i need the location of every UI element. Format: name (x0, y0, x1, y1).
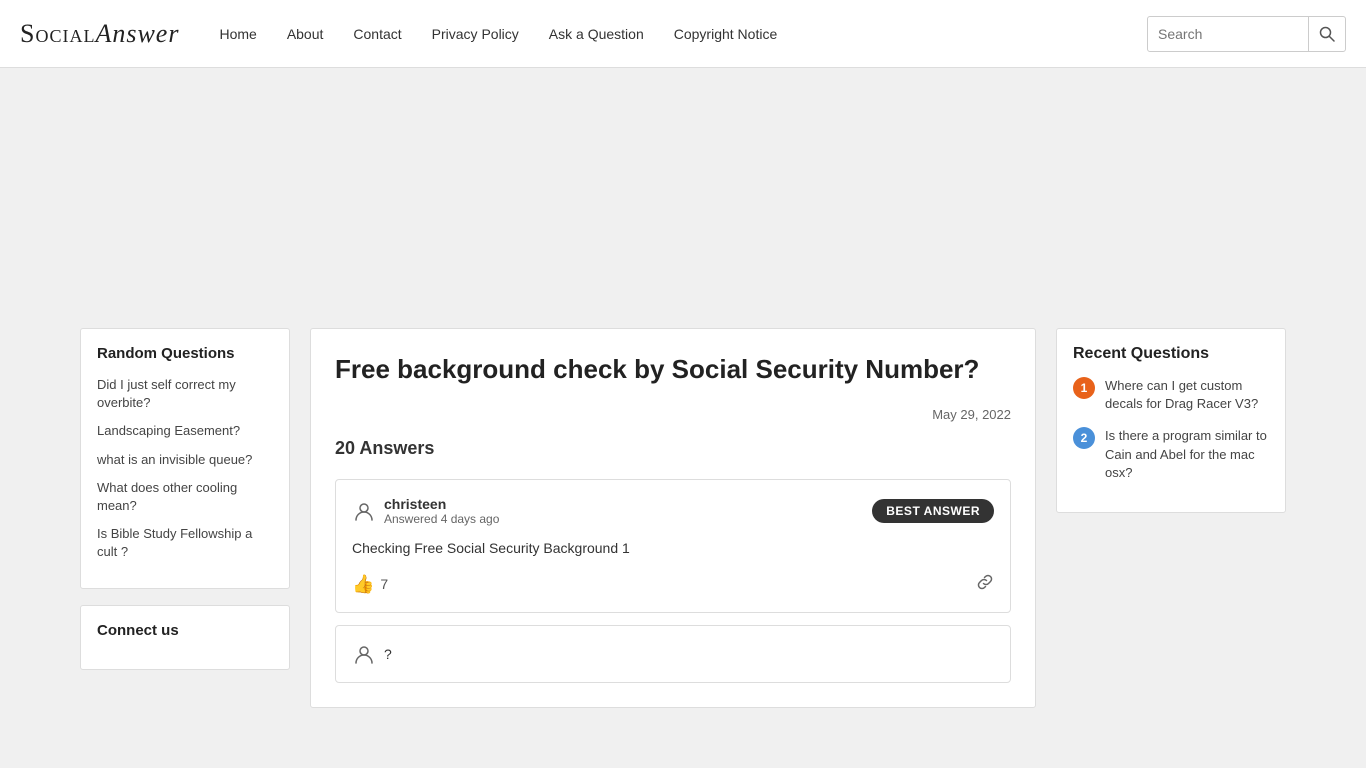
left-sidebar: Random Questions Did I just self correct… (80, 328, 290, 724)
user-icon-2 (352, 642, 376, 666)
answer-user-info: christeen Answered 4 days ago (384, 496, 499, 526)
answer-card-best: christeen Answered 4 days ago BEST ANSWE… (335, 479, 1011, 613)
random-question-link[interactable]: Is Bible Study Fellowship a cult ? (97, 526, 252, 559)
list-item: What does other cooling mean? (97, 479, 273, 515)
rq-text-1: Where can I get custom decals for Drag R… (1105, 377, 1269, 413)
recent-question-item-2: 2 Is there a program similar to Cain and… (1073, 427, 1269, 482)
list-item: Landscaping Easement? (97, 422, 273, 440)
question-title: Free background check by Social Security… (335, 353, 1011, 387)
list-item: Is Bible Study Fellowship a cult ? (97, 525, 273, 561)
recent-questions-title: Recent Questions (1073, 345, 1269, 363)
logo-answer: Answer (95, 19, 179, 48)
main-layout: Random Questions Did I just self correct… (0, 328, 1366, 744)
content-area: Free background check by Social Security… (310, 328, 1036, 724)
username: christeen (384, 496, 499, 512)
nav-contact[interactable]: Contact (353, 26, 401, 42)
rq-link-1[interactable]: Where can I get custom decals for Drag R… (1105, 378, 1258, 411)
random-question-link[interactable]: Did I just self correct my overbite? (97, 377, 236, 410)
search-input[interactable] (1148, 26, 1308, 42)
rq-text-2: Is there a program similar to Cain and A… (1105, 427, 1269, 482)
recent-questions-card: Recent Questions 1 Where can I get custo… (1056, 328, 1286, 513)
search-icon (1319, 26, 1335, 42)
like-section: 👍 7 (352, 574, 388, 595)
nav-privacy-policy[interactable]: Privacy Policy (432, 26, 519, 42)
answer-user: christeen Answered 4 days ago (352, 496, 499, 526)
rq-number-2: 2 (1073, 427, 1095, 449)
recent-question-item: 1 Where can I get custom decals for Drag… (1073, 377, 1269, 413)
list-item: Did I just self correct my overbite? (97, 376, 273, 412)
rq-link-2[interactable]: Is there a program similar to Cain and A… (1105, 428, 1267, 479)
question-card: Free background check by Social Security… (310, 328, 1036, 708)
logo-social: Social (20, 19, 95, 48)
connect-us-title: Connect us (97, 622, 273, 639)
answered-time: Answered 4 days ago (384, 512, 499, 526)
thumbs-up-icon[interactable]: 👍 (352, 574, 374, 595)
search-button[interactable] (1308, 16, 1345, 52)
answer-header: christeen Answered 4 days ago BEST ANSWE… (352, 496, 994, 526)
nav-home[interactable]: Home (219, 26, 256, 42)
user-icon (352, 499, 376, 523)
site-logo[interactable]: SocialAnswer (20, 19, 179, 49)
list-item: what is an invisible queue? (97, 451, 273, 469)
answer-card-partial: ? (335, 625, 1011, 683)
partial-username: ? (384, 646, 392, 662)
search-box (1147, 16, 1346, 52)
random-questions-list: Did I just self correct my overbite? Lan… (97, 376, 273, 562)
ad-banner (0, 68, 1366, 328)
random-question-link[interactable]: Landscaping Easement? (97, 423, 240, 438)
nav-copyright-notice[interactable]: Copyright Notice (674, 26, 778, 42)
main-nav: Home About Contact Privacy Policy Ask a … (219, 26, 1147, 42)
header: SocialAnswer Home About Contact Privacy … (0, 0, 1366, 68)
answer-footer: 👍 7 (352, 573, 994, 596)
answers-count: 20 Answers (335, 438, 1011, 459)
nav-ask-a-question[interactable]: Ask a Question (549, 26, 644, 42)
best-answer-badge: BEST ANSWER (872, 499, 994, 523)
question-meta: May 29, 2022 (335, 407, 1011, 422)
random-question-link[interactable]: What does other cooling mean? (97, 480, 237, 513)
nav-about[interactable]: About (287, 26, 324, 42)
right-sidebar: Recent Questions 1 Where can I get custo… (1056, 328, 1286, 724)
answer-body: Checking Free Social Security Background… (352, 538, 994, 559)
like-count: 7 (380, 576, 388, 592)
random-questions-title: Random Questions (97, 345, 273, 362)
link-icon[interactable] (976, 573, 994, 596)
rq-number-1: 1 (1073, 377, 1095, 399)
connect-us-card: Connect us (80, 605, 290, 670)
random-questions-card: Random Questions Did I just self correct… (80, 328, 290, 589)
random-question-link[interactable]: what is an invisible queue? (97, 452, 252, 467)
partial-user: ? (352, 642, 994, 666)
question-date: May 29, 2022 (932, 407, 1011, 422)
